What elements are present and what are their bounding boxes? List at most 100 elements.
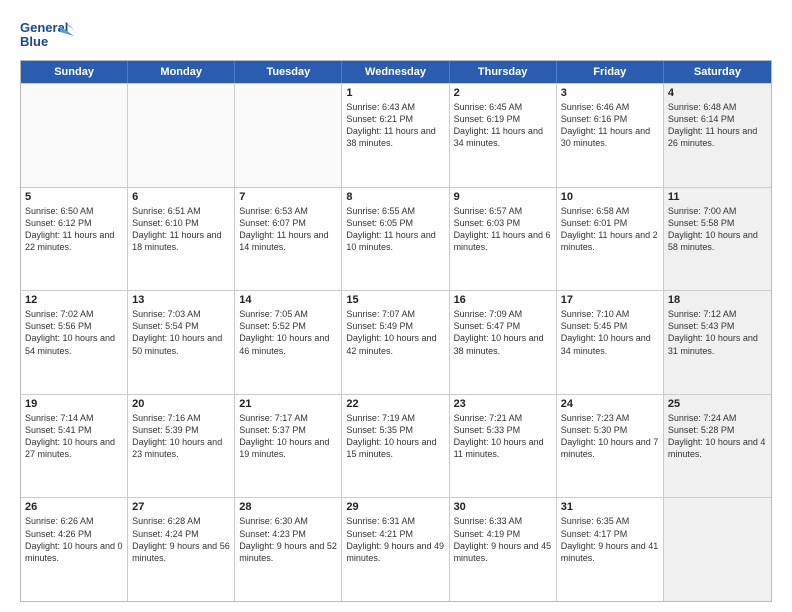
calendar-row: 12 Sunrise: 7:02 AM Sunset: 5:56 PM Dayli… — [21, 290, 771, 394]
calendar-cell: 4Sunrise: 6:48 AM Sunset: 6:14 PM Daylig… — [664, 84, 771, 187]
calendar-body: 1 Sunrise: 6:43 AM Sunset: 6:21 PM Daylig… — [21, 83, 771, 601]
weekday-header: Tuesday — [235, 61, 342, 83]
calendar-cell: 19Sunrise: 7:14 AM Sunset: 5:41 PM Dayli… — [21, 395, 128, 498]
day-number: 23 — [454, 398, 552, 410]
cell-daylight-info: Sunrise: 6:26 AM Sunset: 4:26 PM Dayligh… — [25, 515, 123, 564]
calendar-row: 1 Sunrise: 6:43 AM Sunset: 6:21 PM Daylig… — [21, 83, 771, 187]
day-number: 2 — [454, 87, 552, 99]
cell-daylight-info: Sunrise: 6:55 AM Sunset: 6:05 PM Dayligh… — [346, 205, 444, 254]
cell-daylight-info: Sunrise: 6:28 AM Sunset: 4:24 PM Dayligh… — [132, 515, 230, 564]
day-number: 18 — [668, 294, 767, 306]
day-number: 12 — [25, 294, 123, 306]
calendar-cell — [664, 498, 771, 601]
weekday-header: Monday — [128, 61, 235, 83]
calendar-header: SundayMondayTuesdayWednesdayThursdayFrid… — [21, 61, 771, 83]
weekday-header: Saturday — [664, 61, 771, 83]
calendar-row: 5 Sunrise: 6:50 AM Sunset: 6:12 PM Daylig… — [21, 187, 771, 291]
day-number: 31 — [561, 501, 659, 513]
calendar-cell: 14 Sunrise: 7:05 AM Sunset: 5:52 PM Dayli… — [235, 291, 342, 394]
logo-svg: GeneralBlue — [20, 18, 75, 54]
cell-daylight-info: Sunrise: 7:23 AM Sunset: 5:30 PM Dayligh… — [561, 412, 659, 461]
calendar-cell: 1 Sunrise: 6:43 AM Sunset: 6:21 PM Daylig… — [342, 84, 449, 187]
calendar-cell: 20 Sunrise: 7:16 AM Sunset: 5:39 PM Dayli… — [128, 395, 235, 498]
cell-daylight-info: Sunrise: 6:35 AM Sunset: 4:17 PM Dayligh… — [561, 515, 659, 564]
calendar-cell: 12 Sunrise: 7:02 AM Sunset: 5:56 PM Dayli… — [21, 291, 128, 394]
day-number: 10 — [561, 191, 659, 203]
cell-daylight-info: Sunrise: 7:16 AM Sunset: 5:39 PM Dayligh… — [132, 412, 230, 461]
day-number: 26 — [25, 501, 123, 513]
day-number: 20 — [132, 398, 230, 410]
day-number: 17 — [561, 294, 659, 306]
calendar-cell — [235, 84, 342, 187]
day-number: 13 — [132, 294, 230, 306]
logo: GeneralBlue — [20, 18, 75, 54]
day-number: 8 — [346, 191, 444, 203]
calendar-cell: 17Sunrise: 7:10 AM Sunset: 5:45 PM Dayli… — [557, 291, 664, 394]
cell-daylight-info: Sunrise: 7:12 AM Sunset: 5:43 PM Dayligh… — [668, 308, 767, 357]
cell-daylight-info: Sunrise: 7:21 AM Sunset: 5:33 PM Dayligh… — [454, 412, 552, 461]
calendar-cell: 25 Sunrise: 7:24 AM Sunset: 5:28 PM Dayli… — [664, 395, 771, 498]
svg-text:Blue: Blue — [20, 34, 48, 49]
day-number: 22 — [346, 398, 444, 410]
weekday-header: Friday — [557, 61, 664, 83]
cell-daylight-info: Sunrise: 7:19 AM Sunset: 5:35 PM Dayligh… — [346, 412, 444, 461]
calendar-row: 26 Sunrise: 6:26 AM Sunset: 4:26 PM Dayli… — [21, 497, 771, 601]
cell-daylight-info: Sunrise: 6:53 AM Sunset: 6:07 PM Dayligh… — [239, 205, 337, 254]
header: GeneralBlue — [20, 18, 772, 54]
cell-daylight-info: Sunrise: 6:48 AM Sunset: 6:14 PM Dayligh… — [668, 101, 767, 150]
cell-daylight-info: Sunrise: 7:05 AM Sunset: 5:52 PM Dayligh… — [239, 308, 337, 357]
cell-daylight-info: Sunrise: 6:30 AM Sunset: 4:23 PM Dayligh… — [239, 515, 337, 564]
calendar-cell: 13 Sunrise: 7:03 AM Sunset: 5:54 PM Dayli… — [128, 291, 235, 394]
cell-daylight-info: Sunrise: 6:58 AM Sunset: 6:01 PM Dayligh… — [561, 205, 659, 254]
weekday-header: Sunday — [21, 61, 128, 83]
cell-daylight-info: Sunrise: 6:45 AM Sunset: 6:19 PM Dayligh… — [454, 101, 552, 150]
day-number: 7 — [239, 191, 337, 203]
day-number: 14 — [239, 294, 337, 306]
calendar-cell: 28Sunrise: 6:30 AM Sunset: 4:23 PM Dayli… — [235, 498, 342, 601]
page: GeneralBlue SundayMondayTuesdayWednesday… — [0, 0, 792, 612]
calendar-cell: 29Sunrise: 6:31 AM Sunset: 4:21 PM Dayli… — [342, 498, 449, 601]
day-number: 24 — [561, 398, 659, 410]
calendar-cell: 7 Sunrise: 6:53 AM Sunset: 6:07 PM Daylig… — [235, 188, 342, 291]
calendar-cell: 27 Sunrise: 6:28 AM Sunset: 4:24 PM Dayli… — [128, 498, 235, 601]
day-number: 16 — [454, 294, 552, 306]
day-number: 21 — [239, 398, 337, 410]
calendar-cell: 26 Sunrise: 6:26 AM Sunset: 4:26 PM Dayli… — [21, 498, 128, 601]
calendar-cell: 23 Sunrise: 7:21 AM Sunset: 5:33 PM Dayli… — [450, 395, 557, 498]
calendar-cell: 21 Sunrise: 7:17 AM Sunset: 5:37 PM Dayli… — [235, 395, 342, 498]
day-number: 1 — [346, 87, 444, 99]
day-number: 6 — [132, 191, 230, 203]
calendar-cell: 2 Sunrise: 6:45 AM Sunset: 6:19 PM Daylig… — [450, 84, 557, 187]
day-number: 15 — [346, 294, 444, 306]
calendar-cell: 16Sunrise: 7:09 AM Sunset: 5:47 PM Dayli… — [450, 291, 557, 394]
calendar-cell: 9Sunrise: 6:57 AM Sunset: 6:03 PM Daylig… — [450, 188, 557, 291]
cell-daylight-info: Sunrise: 7:02 AM Sunset: 5:56 PM Dayligh… — [25, 308, 123, 357]
day-number: 3 — [561, 87, 659, 99]
day-number: 5 — [25, 191, 123, 203]
cell-daylight-info: Sunrise: 7:00 AM Sunset: 5:58 PM Dayligh… — [668, 205, 767, 254]
calendar-cell: 8 Sunrise: 6:55 AM Sunset: 6:05 PM Daylig… — [342, 188, 449, 291]
cell-daylight-info: Sunrise: 6:33 AM Sunset: 4:19 PM Dayligh… — [454, 515, 552, 564]
day-number: 25 — [668, 398, 767, 410]
calendar-cell — [21, 84, 128, 187]
cell-daylight-info: Sunrise: 7:03 AM Sunset: 5:54 PM Dayligh… — [132, 308, 230, 357]
calendar-cell: 15 Sunrise: 7:07 AM Sunset: 5:49 PM Dayli… — [342, 291, 449, 394]
calendar-cell: 24 Sunrise: 7:23 AM Sunset: 5:30 PM Dayli… — [557, 395, 664, 498]
day-number: 9 — [454, 191, 552, 203]
calendar-cell: 3 Sunrise: 6:46 AM Sunset: 6:16 PM Daylig… — [557, 84, 664, 187]
day-number: 19 — [25, 398, 123, 410]
cell-daylight-info: Sunrise: 7:07 AM Sunset: 5:49 PM Dayligh… — [346, 308, 444, 357]
calendar: SundayMondayTuesdayWednesdayThursdayFrid… — [20, 60, 772, 602]
calendar-cell: 18 Sunrise: 7:12 AM Sunset: 5:43 PM Dayli… — [664, 291, 771, 394]
calendar-cell: 10 Sunrise: 6:58 AM Sunset: 6:01 PM Dayli… — [557, 188, 664, 291]
day-number: 29 — [346, 501, 444, 513]
cell-daylight-info: Sunrise: 7:24 AM Sunset: 5:28 PM Dayligh… — [668, 412, 767, 461]
cell-daylight-info: Sunrise: 6:50 AM Sunset: 6:12 PM Dayligh… — [25, 205, 123, 254]
cell-daylight-info: Sunrise: 6:43 AM Sunset: 6:21 PM Dayligh… — [346, 101, 444, 150]
calendar-cell: 5 Sunrise: 6:50 AM Sunset: 6:12 PM Daylig… — [21, 188, 128, 291]
cell-daylight-info: Sunrise: 7:17 AM Sunset: 5:37 PM Dayligh… — [239, 412, 337, 461]
day-number: 30 — [454, 501, 552, 513]
calendar-cell: 22 Sunrise: 7:19 AM Sunset: 5:35 PM Dayli… — [342, 395, 449, 498]
day-number: 27 — [132, 501, 230, 513]
cell-daylight-info: Sunrise: 6:46 AM Sunset: 6:16 PM Dayligh… — [561, 101, 659, 150]
